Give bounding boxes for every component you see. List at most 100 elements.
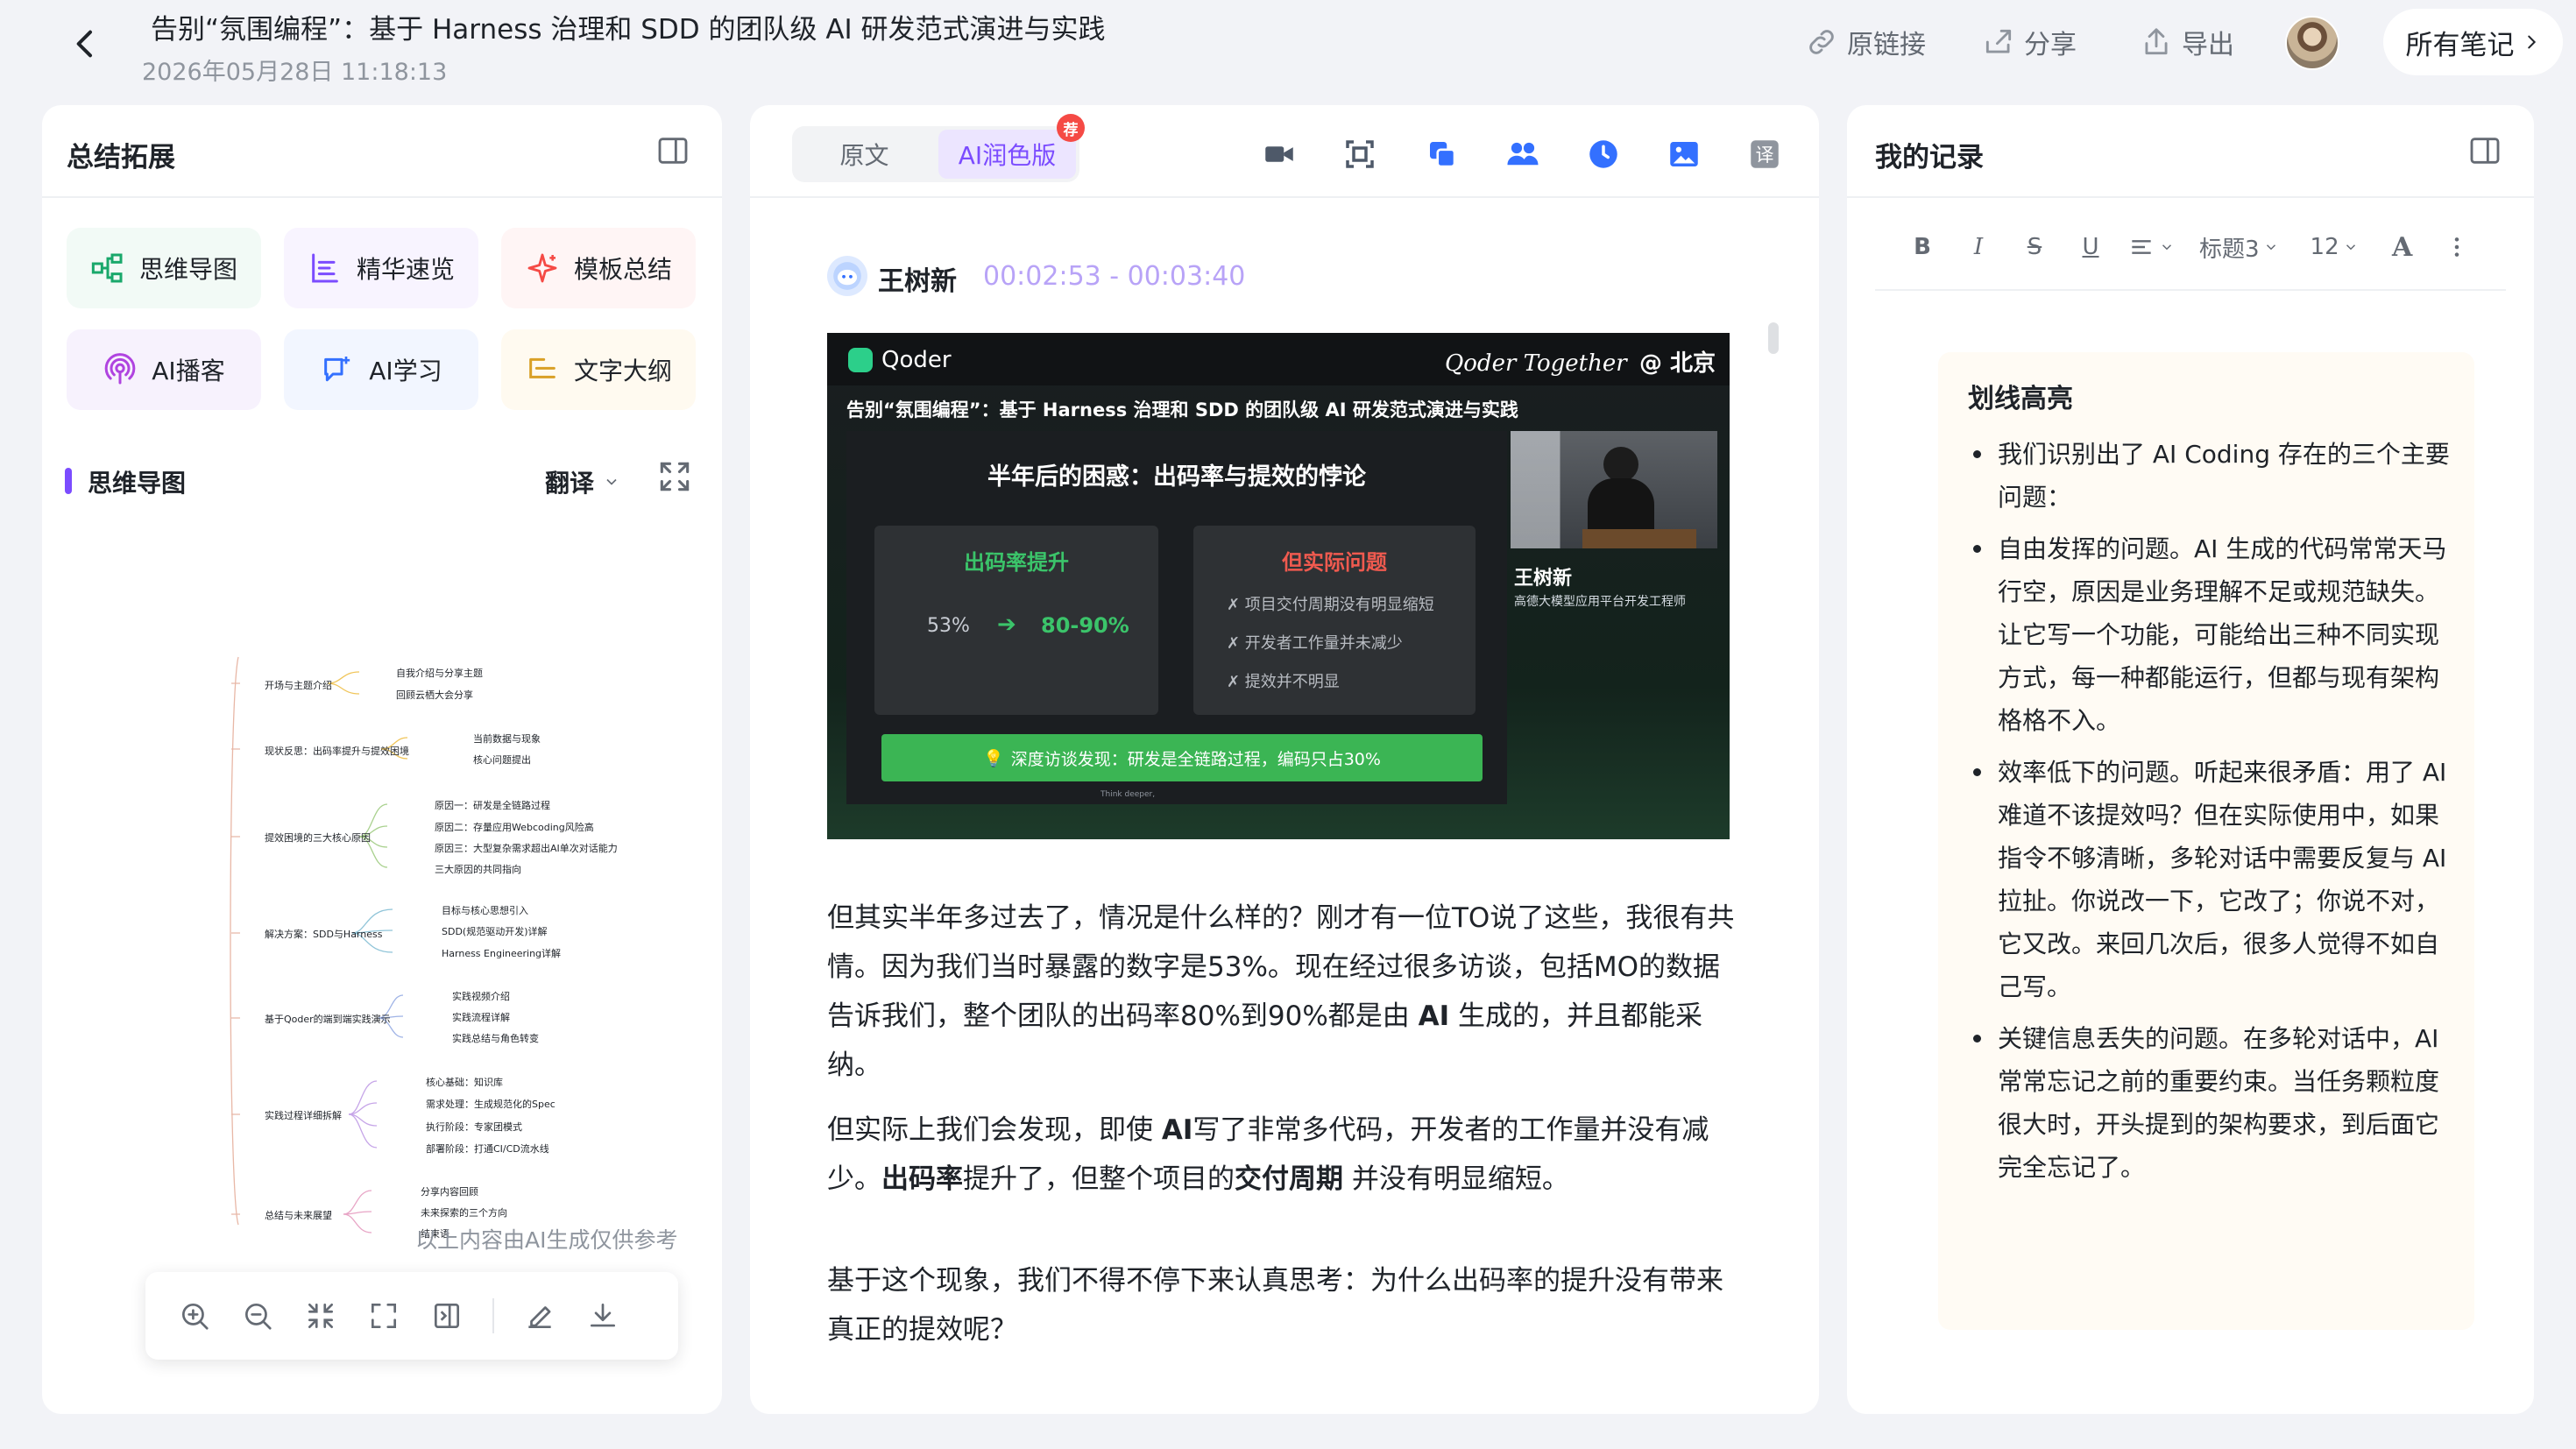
highlight-item[interactable]: 我们识别出了 AI Coding 存在的三个主要问题：: [1970, 433, 2460, 519]
tool-highlights[interactable]: 精华速览: [284, 228, 478, 308]
mindmap-leaf[interactable]: 核心问题提出: [473, 753, 531, 767]
export-icon: [2145, 28, 2168, 55]
slide-screenshot[interactable]: Qoder Qoder Together @ 北京 告别“氛围编程”：基于 Ha…: [827, 333, 1730, 839]
translate-dropdown[interactable]: 翻译: [545, 464, 620, 499]
fullscreen-button[interactable]: [352, 1284, 415, 1347]
transcript-paragraph: 但实际上我们会发现，即使 AI写了非常多代码，开发者的工作量并没有减少。出码率提…: [827, 1106, 1738, 1204]
mindmap-leaf[interactable]: 原因二：存量应用Webcoding风险高: [435, 820, 594, 834]
speaker-time-range[interactable]: 00:02:53 - 00:03:40: [983, 261, 1245, 292]
mindmap-icon: [91, 253, 123, 283]
mindmap-leaf[interactable]: 核心基础：知识库: [426, 1075, 503, 1089]
mindmap-leaf[interactable]: Harness Engineering详解: [442, 946, 561, 960]
mindmap-branch[interactable]: 解决方案：SDD与Harness: [265, 927, 382, 941]
scrollbar-thumb[interactable]: [1768, 322, 1779, 354]
fullscreen-icon: [371, 1303, 397, 1329]
mindmap-leaf[interactable]: 自我介绍与分享主题: [396, 666, 483, 680]
mindmap-branch[interactable]: 总结与未来展望: [265, 1208, 332, 1222]
tool-template-summary[interactable]: 模板总结: [501, 228, 696, 308]
mindmap-leaf[interactable]: 未来探索的三个方向: [421, 1205, 507, 1219]
slide-tagline: Qoder Together @ 北京: [1445, 345, 1716, 378]
mindmap-leaf[interactable]: 实践总结与角色转变: [452, 1031, 539, 1045]
speakers-button[interactable]: [1500, 131, 1546, 177]
tool-label: 文字大纲: [573, 357, 672, 385]
highlight-item[interactable]: 效率低下的问题。听起来很矛盾：用了 AI 难道不该提效吗？但在实际使用中，如果指…: [1970, 751, 2460, 1008]
mindmap-leaf[interactable]: 部署阶段：打通CI/CD流水线: [426, 1142, 549, 1156]
translate-button[interactable]: 译: [1742, 131, 1787, 177]
bold-button[interactable]: B: [1898, 223, 1947, 272]
mindmap-branch[interactable]: 实践过程详细拆解: [265, 1108, 342, 1122]
fit-width-icon: [434, 1303, 460, 1329]
tool-ai-podcast[interactable]: AI播客: [67, 329, 261, 410]
mindmap-branch[interactable]: 开场与主题介绍: [265, 678, 332, 692]
align-dropdown[interactable]: [2122, 223, 2180, 272]
mindmap-leaf[interactable]: 三大原因的共同指向: [435, 862, 521, 876]
zoom-out-button[interactable]: [226, 1284, 289, 1347]
download-button[interactable]: [571, 1284, 634, 1347]
chevron-down-icon: [2162, 244, 2172, 251]
speaker-name[interactable]: 王树新: [878, 259, 957, 298]
paragraph-text: 但实际上我们会发现，即使: [827, 1114, 1162, 1146]
mindmap-leaf[interactable]: 当前数据与现象: [473, 732, 541, 746]
font-size-dropdown[interactable]: 12: [2305, 223, 2364, 272]
image-button[interactable]: [1661, 131, 1707, 177]
strikethrough-button[interactable]: S: [2010, 223, 2059, 272]
download-icon: [590, 1303, 616, 1327]
video-button[interactable]: [1256, 131, 1302, 177]
slide-body: 半年后的困惑：出码率与提效的悖论 出码率提升 53% ➔ 80-90% 但实际问…: [846, 431, 1507, 804]
italic-button[interactable]: I: [1954, 223, 2003, 272]
mindmap-leaf[interactable]: 原因三：大型复杂需求超出AI单次对话能力: [435, 841, 618, 855]
highlight-item[interactable]: 关键信息丢失的问题。在多轮对话中，AI 常常忘记之前的重要约束。当任务颗粒度很大…: [1970, 1017, 2460, 1189]
ai-disclaimer: 以上内容由AI生成仅供参考: [415, 1227, 678, 1253]
mindmap-branch[interactable]: 现状反思：出码率提升与提效困境: [265, 744, 409, 758]
back-button[interactable]: [61, 19, 110, 68]
font-size-value: 12: [2310, 234, 2339, 260]
mindmap-leaf[interactable]: 需求处理：生成规范化的Spec: [426, 1097, 556, 1111]
underline-button[interactable]: U: [2066, 223, 2115, 272]
screenshot-button[interactable]: [1337, 131, 1383, 177]
all-notes-button[interactable]: 所有笔记: [2383, 9, 2563, 75]
text-color-button[interactable]: A: [2378, 223, 2427, 272]
mindmap-branch[interactable]: 基于Qoder的端到端实践演示: [265, 1012, 391, 1026]
collapse-button[interactable]: [289, 1284, 352, 1347]
mindmap-branch[interactable]: 提效困境的三大核心原因: [265, 831, 371, 845]
timestamp-button[interactable]: [1581, 131, 1626, 177]
more-options-button[interactable]: [2432, 223, 2481, 272]
zoom-in-button[interactable]: [163, 1284, 226, 1347]
toggle-panel-button[interactable]: [655, 133, 692, 170]
mindmap-leaf[interactable]: 分享内容回顾: [421, 1184, 478, 1198]
tool-ai-learning[interactable]: AI学习: [284, 329, 478, 410]
toggle-notes-panel-button[interactable]: [2467, 133, 2504, 170]
mindmap-leaf[interactable]: 回顾云栖大会分享: [396, 688, 473, 702]
chevron-down-icon: [2266, 244, 2275, 251]
copy-button[interactable]: [1419, 131, 1465, 177]
mindmap-leaf[interactable]: SDD(规范驱动开发)详解: [442, 924, 548, 938]
notes-panel-title: 我的记录: [1875, 142, 1984, 173]
paragraph-bold-text: AI: [1161, 1114, 1193, 1146]
mindmap-leaf[interactable]: 目标与核心思想引入: [442, 903, 528, 917]
export-button[interactable]: 导出: [2140, 21, 2234, 63]
tab-original[interactable]: 原文: [796, 130, 933, 179]
mindmap-leaf[interactable]: 实践流程详解: [452, 1010, 510, 1024]
edit-button[interactable]: [508, 1284, 571, 1347]
tool-text-outline[interactable]: 文字大纲: [501, 329, 696, 410]
translate-label: 翻译: [545, 469, 595, 498]
tool-mindmap[interactable]: 思维导图: [67, 228, 261, 308]
tab-ai-polished[interactable]: AI润色版: [938, 130, 1076, 179]
mindmap-leaf[interactable]: 实践视频介绍: [452, 989, 510, 1003]
mindmap-leaf[interactable]: 执行阶段：专家团模式: [426, 1120, 522, 1134]
user-avatar[interactable]: [2285, 16, 2339, 70]
heading-dropdown[interactable]: 标题3: [2194, 223, 2284, 272]
tool-label: 模板总结: [573, 255, 672, 284]
tool-label: AI播客: [152, 357, 225, 385]
share-button[interactable]: 分享: [1982, 21, 2077, 63]
people-icon: [1507, 142, 1539, 166]
highlight-item[interactable]: 自由发挥的问题。AI 生成的代码常常天马行空，原因是业务理解不足或规范缺失。让它…: [1970, 527, 2460, 742]
source-link-button[interactable]: 原链接: [1805, 21, 1926, 63]
clock-icon: [1589, 140, 1617, 168]
expand-mindmap-button[interactable]: [655, 457, 696, 498]
lightbulb-icon: 💡: [983, 748, 1004, 768]
fit-width-button[interactable]: [415, 1284, 478, 1347]
all-notes-label: 所有笔记: [2405, 29, 2515, 61]
mindmap-leaf[interactable]: 原因一：研发是全链路过程: [435, 798, 550, 812]
chat-learn-icon: [324, 357, 350, 382]
